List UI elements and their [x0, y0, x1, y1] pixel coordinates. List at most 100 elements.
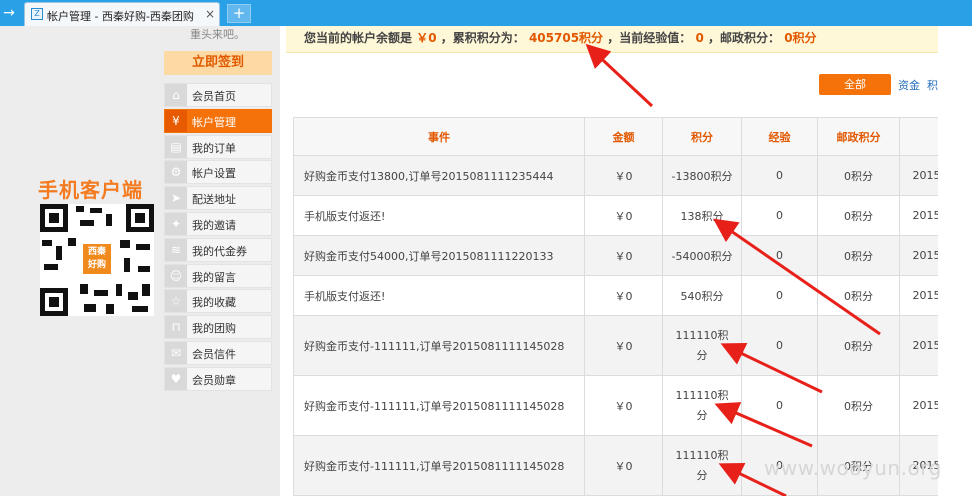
points-value: 405705积分 [528, 31, 604, 45]
cell-experience: 0 [741, 275, 818, 316]
cell-points: 138积分 [662, 195, 742, 236]
sidebar-item-label: 会员首页 [192, 90, 236, 103]
cell-event: 好购金币支付54000,订单号2015081111220133 [293, 235, 585, 276]
account-summary-bar: 您当前的帐户余额是 ￥0 ，累积积分为： 405705积分 ，当前经验值： 0 … [286, 26, 938, 53]
users-icon: ☺ [165, 264, 187, 287]
cell-postal-points: 0积分 [817, 155, 900, 196]
qr-module [142, 284, 150, 296]
exp-prefix: ，当前经验值： [607, 31, 692, 45]
signin-button[interactable]: 立即签到 [164, 51, 272, 75]
sidebar-item-member-badges[interactable]: ♥ 会员勋章 [164, 366, 272, 391]
cell-postal-points: 0积分 [817, 275, 900, 316]
sidebar-item-my-invitations[interactable]: ✦ 我的邀请 [164, 211, 272, 236]
qr-module [80, 220, 94, 226]
home-icon: ⌂ [165, 84, 187, 106]
sidebar-item-my-messages[interactable]: ☺ 我的留言 [164, 263, 272, 288]
document-icon: ▤ [165, 135, 187, 158]
table-row: 好购金币支付54000,订单号2015081111220133 ￥0 -5400… [293, 235, 954, 276]
qr-module [116, 284, 122, 296]
sidebar-item-my-group-buys[interactable]: ⊓ 我的团购 [164, 315, 272, 340]
sidebar-item-my-orders[interactable]: ▤ 我的订单 [164, 134, 272, 159]
qr-module [84, 304, 96, 312]
layers-icon: ≋ [165, 238, 187, 261]
sidebar-item-label: 帐户设置 [192, 167, 236, 181]
member-sidebar-menu: ⌂ 会员首页 ¥ 帐户管理 ▤ 我的订单 ⚙ 帐户设置 ➤ 配送地址 ✦ 我的邀请 ≋ 我的代… [164, 83, 272, 393]
filter-points-link[interactable]: 积 [927, 77, 938, 93]
cell-postal-points: 0积分 [817, 315, 900, 376]
person-run-icon: ✦ [165, 212, 187, 235]
sidebar-item-delivery-address[interactable]: ➤ 配送地址 [164, 186, 272, 211]
sidebar-item-label: 我的订单 [192, 141, 236, 155]
table-row: 好购金币支付13800,订单号2015081111235444 ￥0 -1380… [293, 155, 954, 196]
table-row: 好购金币支付-111111,订单号2015081111145028 ￥0 111… [293, 315, 954, 376]
favicon-icon: Z [31, 8, 43, 20]
column-header-experience: 经验 [741, 117, 818, 156]
cell-event: 好购金币支付-111111,订单号2015081111145028 [293, 375, 585, 436]
sidebar-item-label: 会员信件 [192, 347, 236, 361]
column-header-event: 事件 [293, 117, 585, 156]
cell-event: 好购金币支付-111111,订单号2015081111145028 [293, 315, 585, 376]
close-tab-icon[interactable]: × [205, 7, 215, 21]
sidebar-item-label: 我的留言 [192, 270, 236, 284]
column-header-postal-points: 邮政积分 [817, 117, 900, 156]
filter-all-button[interactable]: 全部 [819, 74, 891, 95]
points-line2: 分 [696, 468, 708, 482]
gear-icon: ⚙ [165, 161, 187, 184]
cell-event: 好购金币支付13800,订单号2015081111235444 [293, 155, 585, 196]
truck-icon: ➤ [165, 187, 187, 210]
cell-postal-points: 0积分 [817, 195, 900, 236]
sidebar-item-my-vouchers[interactable]: ≋ 我的代金券 [164, 237, 272, 262]
cell-postal-points: 0积分 [817, 375, 900, 436]
qr-module [106, 304, 114, 314]
cell-amount: ￥0 [584, 155, 663, 196]
forward-arrow-icon[interactable]: → [0, 3, 18, 23]
filter-funds-link[interactable]: 资金 [898, 77, 920, 93]
cell-event: 好购金币支付-111111,订单号2015081111145028 [293, 435, 585, 496]
new-tab-button[interactable]: + [227, 4, 251, 23]
sidebar-item-label: 配送地址 [192, 193, 236, 207]
cell-points: 111110积分 [662, 375, 742, 436]
postal-prefix: ，邮政积分： [708, 31, 781, 45]
cell-experience: 0 [741, 195, 818, 236]
sidebar-item-label: 我的收藏 [192, 296, 236, 310]
browser-tab[interactable]: Z 帐户管理 - 西秦好购-西秦团购 × [24, 2, 220, 26]
qr-module [94, 290, 108, 296]
sidebar-item-member-home[interactable]: ⌂ 会员首页 [164, 83, 272, 107]
qr-module [56, 246, 62, 260]
sidebar-item-label: 我的团购 [192, 322, 236, 336]
browser-tab-strip: → Z 帐户管理 - 西秦好购-西秦团购 × + [0, 0, 972, 26]
cell-amount: ￥0 [584, 235, 663, 276]
sidebar-item-my-favorites[interactable]: ☆ 我的收藏 [164, 289, 272, 314]
qr-module [42, 240, 52, 246]
cart-icon: ⊓ [165, 316, 187, 339]
cell-postal-points: 0积分 [817, 235, 900, 276]
mobile-client-label: 手机客户端 [38, 178, 143, 202]
cell-amount: ￥0 [584, 195, 663, 236]
sidebar-item-label: 会员勋章 [192, 373, 236, 387]
cell-experience: 0 [741, 375, 818, 436]
sidebar-item-member-mail[interactable]: ✉ 会员信件 [164, 340, 272, 365]
watermark: www.wooyun.org [764, 456, 942, 480]
balance-value: ￥0 [416, 31, 437, 45]
qr-finder-top-right [126, 204, 154, 232]
heart-icon: ♥ [165, 367, 187, 390]
cell-points: 111110积分 [662, 315, 742, 376]
sidebar-item-account-management[interactable]: ¥ 帐户管理 [164, 108, 272, 133]
qr-module [124, 258, 130, 272]
qr-module [44, 264, 58, 270]
sidebar-item-label: 我的代金券 [192, 244, 247, 258]
cell-points: 111110积分 [662, 435, 742, 496]
sidebar-item-label: 帐户管理 [192, 115, 236, 129]
table-header-row: 事件 金额 积分 经验 邮政积分 [293, 117, 954, 156]
qr-module [138, 266, 150, 272]
points-line1: 111110积 [675, 328, 729, 342]
table-row: 手机版支付返还! ￥0 540积分 0 0积分 2015 [293, 275, 954, 316]
yen-icon: ¥ [165, 109, 187, 132]
cell-amount: ￥0 [584, 315, 663, 376]
sidebar-item-account-settings[interactable]: ⚙ 帐户设置 [164, 160, 272, 185]
qr-module [136, 244, 150, 250]
qr-code: 西秦 好购 [40, 204, 154, 316]
cell-experience: 0 [741, 315, 818, 376]
main-content: 您当前的帐户余额是 ￥0 ，累积积分为： 405705积分 ，当前经验值： 0 … [286, 26, 954, 496]
sidebar-note: 重头来吧。 [190, 28, 245, 41]
